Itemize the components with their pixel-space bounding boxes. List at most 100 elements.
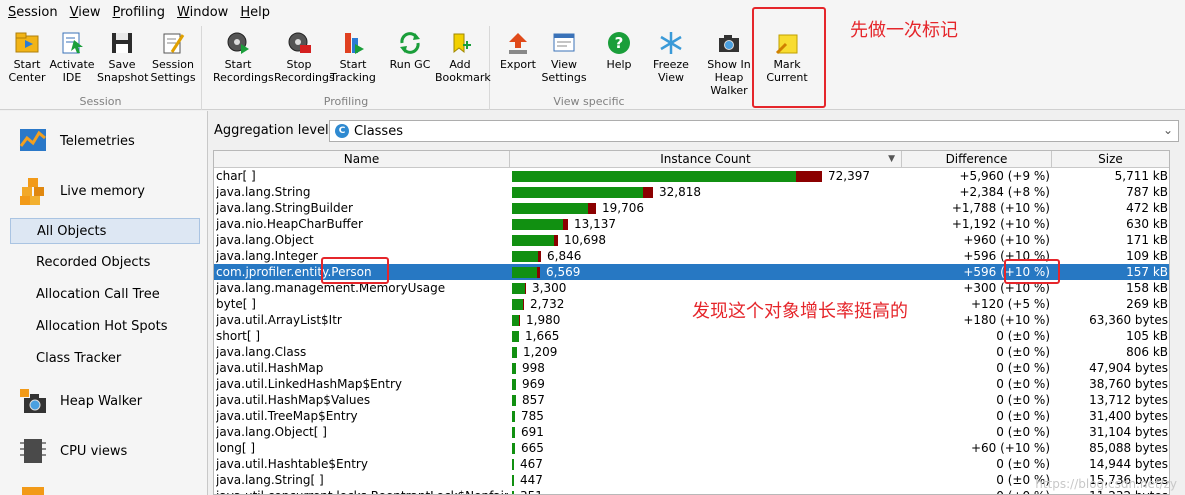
bar-difference-segment	[796, 171, 822, 182]
sidebar-item-live-memory[interactable]: Live memory	[18, 173, 145, 209]
sidebar-item-allocation-call-tree[interactable]: Allocation Call Tree	[10, 282, 200, 308]
bar-existing-segment	[512, 171, 796, 182]
session-settings-button[interactable]: Session Settings	[148, 28, 198, 90]
instance-count-value: 6,569	[546, 265, 581, 279]
table-row[interactable]: java.lang.Object[ ] 691 0 (±0 %) 31,104 byt…	[214, 424, 1169, 440]
table-row[interactable]: java.lang.String[ ] 447 0 (±0 %) 15,736 byt…	[214, 472, 1169, 488]
start-recordings-button[interactable]: Start Recordings	[213, 28, 274, 90]
sidebar: Telemetries Live memory All Objects Reco…	[0, 111, 208, 495]
help-button[interactable]: ? Help	[594, 28, 644, 90]
size-cell: 787 kB	[1126, 185, 1168, 199]
table-row[interactable]: java.util.HashMap$Values 857 0 (±0 %) 13,71…	[214, 392, 1169, 408]
bar-existing-segment	[512, 459, 514, 470]
class-name-cell: java.lang.Object	[216, 233, 314, 247]
table-row[interactable]: java.lang.Object 10,698 +960 (+10 %) 171 kB	[214, 232, 1169, 248]
freeze-view-button[interactable]: Freeze View	[646, 28, 696, 90]
help-icon: ?	[608, 32, 630, 54]
instance-count-bar	[512, 203, 596, 214]
sidebar-item-class-tracker[interactable]: Class Tracker	[10, 346, 200, 372]
column-header-name[interactable]: Name	[214, 151, 510, 168]
run-gc-button[interactable]: Run GC	[385, 28, 435, 90]
instance-count-value: 467	[520, 457, 543, 471]
camera-icon	[719, 35, 739, 52]
bar-difference-segment	[554, 235, 558, 246]
instance-count-cell: 32,818	[511, 184, 901, 200]
table-row[interactable]: char[ ] 72,397 +5,960 (+9 %) 5,711 kB	[214, 168, 1169, 184]
class-name-cell: java.util.LinkedHashMap$Entry	[216, 377, 403, 391]
instance-count-bar	[512, 411, 515, 422]
sidebar-item-next[interactable]	[18, 481, 60, 495]
aggregation-level-select[interactable]: C Classes ⌄	[329, 120, 1179, 142]
table-row[interactable]: java.util.LinkedHashMap$Entry 969 0 (±0 %)…	[214, 376, 1169, 392]
class-name-cell: java.util.Hashtable$Entry	[216, 457, 368, 471]
sidebar-item-telemetries[interactable]: Telemetries	[18, 123, 135, 159]
class-name-cell: java.nio.HeapCharBuffer	[216, 217, 363, 231]
sidebar-item-recorded-objects[interactable]: Recorded Objects	[10, 250, 200, 276]
menu-session[interactable]: Session	[2, 0, 64, 26]
difference-cell: 0 (±0 %)	[996, 409, 1050, 423]
chevron-down-icon: ⌄	[1162, 123, 1173, 137]
class-name-cell: java.lang.StringBuilder	[216, 201, 353, 215]
table-row[interactable]: java.util.concurrent.locks.ReentrantLock…	[214, 488, 1169, 494]
bar-difference-segment	[643, 187, 653, 198]
sidebar-item-all-objects[interactable]: All Objects	[10, 218, 200, 244]
bar-existing-segment	[512, 203, 588, 214]
bar-existing-segment	[512, 187, 643, 198]
view-settings-button[interactable]: View Settings	[539, 28, 589, 90]
table-row[interactable]: long[ ] 665 +60 (+10 %) 85,088 bytes	[214, 440, 1169, 456]
column-header-size[interactable]: Size	[1052, 151, 1169, 168]
instance-count-value: 72,397	[828, 169, 870, 183]
table-row[interactable]: java.util.HashMap 998 0 (±0 %) 47,904 bytes	[214, 360, 1169, 376]
sidebar-item-heap-walker[interactable]: Heap Walker	[18, 383, 142, 419]
instance-count-value: 691	[521, 425, 544, 439]
stop-recordings-button[interactable]: Stop Recordings	[274, 28, 335, 90]
heap-walker-icon	[20, 389, 46, 413]
instance-count-bar	[512, 379, 516, 390]
activate-ide-button[interactable]: Activate IDE	[47, 28, 97, 90]
size-cell: 85,088 bytes	[1089, 441, 1168, 455]
start-center-button[interactable]: Start Center	[2, 28, 52, 90]
bar-difference-segment	[525, 283, 526, 294]
instance-count-bar	[512, 459, 514, 470]
table-row[interactable]: java.lang.StringBuilder 19,706 +1,788 (+10…	[214, 200, 1169, 216]
start-recordings-icon	[227, 32, 249, 54]
class-name-cell: java.util.TreeMap$Entry	[216, 409, 358, 423]
instance-count-bar	[512, 171, 822, 182]
menu-profiling[interactable]: Profiling	[106, 0, 171, 26]
difference-cell: +2,384 (+8 %)	[959, 185, 1051, 199]
difference-cell: 0 (±0 %)	[996, 329, 1050, 343]
sidebar-item-cpu-views[interactable]: CPU views	[18, 433, 127, 469]
menu-view[interactable]: View	[64, 0, 107, 26]
save-snapshot-button[interactable]: Save Snapshot	[97, 28, 148, 90]
column-header-difference[interactable]: Difference	[902, 151, 1052, 168]
table-row[interactable]: java.lang.String 32,818 +2,384 (+8 %) 787 k…	[214, 184, 1169, 200]
menu-window[interactable]: Window	[171, 0, 234, 26]
sidebar-item-allocation-hot-spots[interactable]: Allocation Hot Spots	[10, 314, 200, 340]
instance-count-value: 1,665	[525, 329, 560, 343]
toolbar-group-profiling: Start Recordings Stop Recordings Start T…	[203, 26, 491, 110]
instance-count-value: 998	[522, 361, 545, 375]
instance-count-cell: 13,137	[511, 216, 901, 232]
table-row[interactable]: java.nio.HeapCharBuffer 13,137 +1,192 (+10…	[214, 216, 1169, 232]
table-row[interactable]: short[ ] 1,665 0 (±0 %) 105 kB	[214, 328, 1169, 344]
table-row[interactable]: java.lang.Class 1,209 0 (±0 %) 806 kB	[214, 344, 1169, 360]
instance-count-value: 857	[522, 393, 545, 407]
bar-existing-segment	[512, 251, 538, 262]
menu-help[interactable]: Help	[234, 0, 276, 26]
svg-text:?: ?	[615, 34, 624, 52]
table-row[interactable]: java.util.Hashtable$Entry 467 0 (±0 %) 14,9…	[214, 456, 1169, 472]
export-button[interactable]: Export	[493, 28, 543, 90]
start-tracking-button[interactable]: Start Tracking	[328, 28, 378, 90]
annotation-box-mark-current	[752, 7, 826, 108]
difference-cell: +1,192 (+10 %)	[951, 217, 1050, 231]
toolbar-group-session: Start Center Activate IDE Save Snapshot …	[0, 26, 202, 110]
annotation-box-person	[321, 257, 389, 284]
add-bookmark-button[interactable]: Add Bookmark	[435, 28, 491, 90]
cpu-views-icon	[20, 439, 46, 463]
instance-count-bar	[512, 427, 515, 438]
table-row[interactable]: java.util.TreeMap$Entry 785 0 (±0 %) 31,400…	[214, 408, 1169, 424]
toolbar-group-caption: View specific	[553, 95, 625, 108]
toolbar-group-caption: Session	[79, 95, 122, 108]
column-header-instance-count[interactable]: Instance Count ▼	[510, 151, 902, 168]
toolbar: Start Center Activate IDE Save Snapshot …	[0, 26, 1185, 110]
